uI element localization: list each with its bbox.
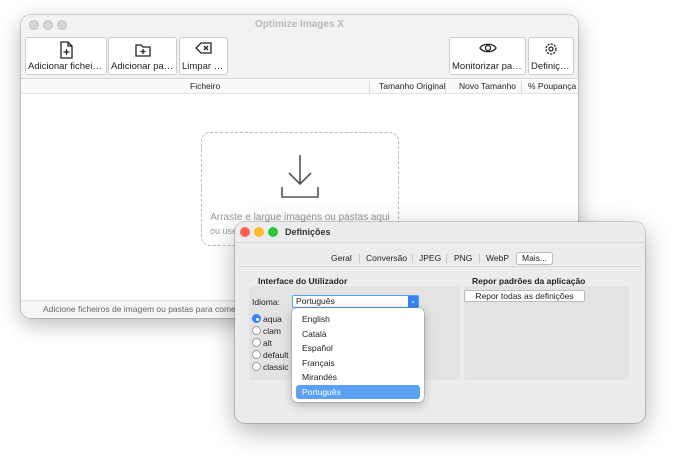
chevron-down-icon: ⌄ [408,296,418,307]
close-button[interactable] [240,227,250,237]
add-folder-button[interactable]: Adicionar pasta... [108,37,177,75]
language-option-francais[interactable]: Français [296,356,420,370]
language-select[interactable]: Português ⌄ [292,295,419,308]
language-option-portugues[interactable]: Português [296,384,420,399]
monitor-folder-label: Monitorizar pasta... [452,61,525,72]
tab-divider [238,266,642,267]
column-new-size[interactable]: Novo Tamanho [459,81,516,91]
main-titlebar: Optimize Images X [21,15,578,35]
theme-label: alt [263,338,272,348]
column-savings[interactable]: % Poupança [528,81,576,91]
gear-icon [529,41,573,61]
status-text: Adicione ficheiros de imagem ou pastas p… [43,304,241,314]
language-option-catala[interactable]: Català [296,327,420,341]
download-icon [281,155,319,198]
zoom-button[interactable] [268,227,278,237]
settings-title: Definições [285,227,331,237]
language-option-mirandes[interactable]: Mirandés [296,370,420,384]
clear-icon [180,41,227,61]
window-title: Optimize Images X [255,19,344,30]
tab-general[interactable]: Geral [331,253,352,263]
settings-button[interactable]: Definições [528,37,574,75]
theme-radio-alt[interactable]: alt [252,338,272,349]
language-option-espanol[interactable]: Español [296,341,420,355]
tab-more[interactable]: Mais... [516,252,554,265]
theme-label: classic [263,362,289,372]
radio-icon [252,350,261,359]
theme-radio-clam[interactable]: clam [252,326,281,337]
column-file[interactable]: Ficheiro [190,81,220,91]
theme-radio-default[interactable]: default [252,350,289,361]
eye-icon [450,41,525,61]
radio-icon [252,326,261,335]
reset-section-title: Repor padrões da aplicação [472,276,586,286]
column-original-size[interactable]: Tamanho Original [379,81,446,91]
theme-label: default [263,350,289,360]
minimize-button[interactable] [254,227,264,237]
table-header: Ficheiro Tamanho Original Novo Tamanho %… [21,79,578,94]
settings-titlebar: Definições [235,222,645,243]
tab-conversion[interactable]: Conversão [366,253,407,263]
add-folder-label: Adicionar pasta... [111,61,176,72]
folder-add-icon [109,41,176,61]
language-dropdown: English Català Español Français Mirandés… [292,308,424,402]
radio-icon [252,362,261,371]
theme-label: clam [263,326,281,336]
file-add-icon [26,41,106,61]
language-value: Português [296,296,335,306]
radio-checked-icon [252,314,261,323]
language-label: Idioma: [252,297,280,307]
monitor-folder-button[interactable]: Monitorizar pasta... [449,37,526,75]
theme-label: aqua [263,314,282,324]
add-files-label: Adicionar ficheiros... [28,61,106,72]
clear-list-button[interactable]: Limpar lista [179,37,228,75]
ui-section-title: Interface do Utilizador [258,276,348,286]
clear-list-label: Limpar lista [182,61,227,72]
toolbar: Adicionar ficheiros... Adicionar pasta..… [21,35,578,79]
settings-label: Definições [531,61,573,72]
radio-icon [252,338,261,347]
tab-jpeg[interactable]: JPEG [419,253,441,263]
drop-hint-secondary: ou use [210,226,238,236]
tab-webp[interactable]: WebP [486,253,509,263]
tab-png[interactable]: PNG [454,253,472,263]
reset-all-button[interactable]: Repor todas as definições [464,290,585,302]
language-option-english[interactable]: English [296,312,420,326]
theme-radio-classic[interactable]: classic [252,362,289,373]
add-files-button[interactable]: Adicionar ficheiros... [25,37,107,75]
theme-radio-aqua[interactable]: aqua [252,314,282,325]
